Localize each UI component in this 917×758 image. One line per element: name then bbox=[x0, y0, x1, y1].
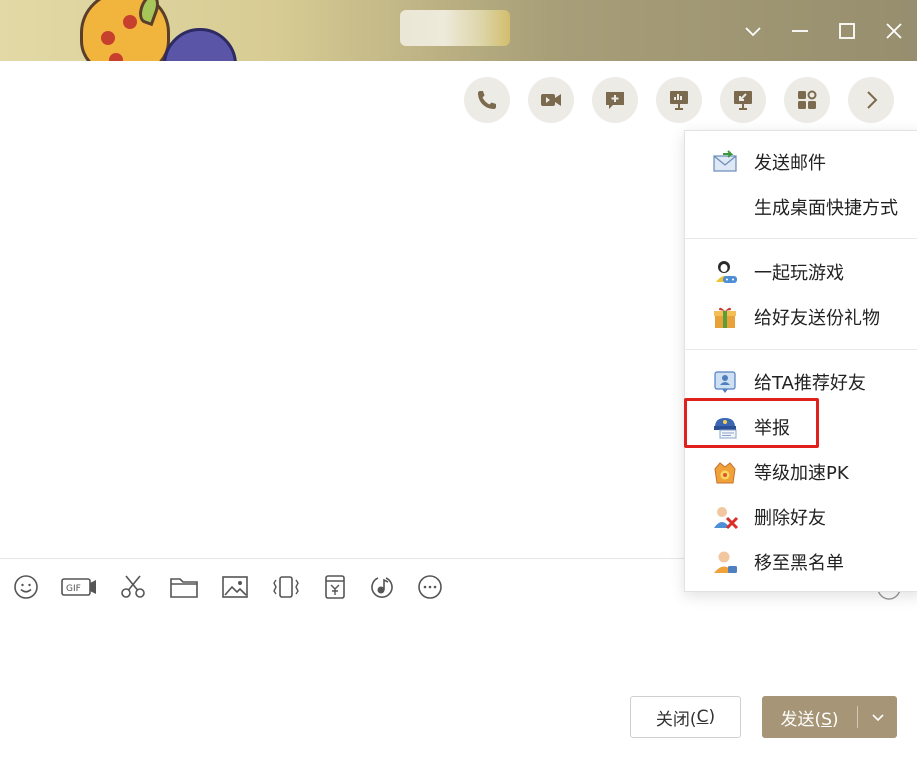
maximize-icon[interactable] bbox=[823, 3, 870, 59]
input-toolbar: GIF bbox=[13, 572, 465, 602]
avatar-banner-ball bbox=[163, 28, 237, 61]
remote-desktop-icon bbox=[734, 91, 752, 110]
recommend-friend-icon bbox=[714, 371, 736, 393]
phone-call-button[interactable] bbox=[464, 77, 510, 123]
menu-item-desktop-shortcut[interactable]: 生成桌面快捷方式 bbox=[685, 186, 917, 228]
close-label: 关闭( bbox=[655, 709, 697, 730]
window-controls bbox=[729, 0, 917, 61]
close-mnemonic: C bbox=[696, 707, 709, 727]
menu-label: 移至黑名单 bbox=[754, 553, 844, 574]
apps-button[interactable] bbox=[784, 77, 830, 123]
send-mnemonic: S bbox=[821, 709, 832, 730]
gift-icon bbox=[714, 307, 736, 328]
menu-label: 发送邮件 bbox=[754, 153, 826, 174]
chat-toolbar bbox=[464, 77, 894, 123]
music-icon[interactable] bbox=[369, 572, 395, 602]
image-icon[interactable] bbox=[221, 572, 249, 602]
close-label-end: ) bbox=[708, 707, 716, 727]
menu-item-recommend-friend[interactable]: 给TA推荐好友 bbox=[685, 361, 917, 403]
shake-window-icon[interactable] bbox=[271, 572, 301, 602]
chat-plus-icon bbox=[606, 92, 624, 109]
chevron-right-icon bbox=[867, 91, 878, 109]
title-bar bbox=[0, 0, 917, 61]
menu-label: 给TA推荐好友 bbox=[754, 373, 866, 394]
more-tools-button[interactable] bbox=[848, 77, 894, 123]
screen-share-button[interactable] bbox=[656, 77, 702, 123]
menu-item-delete-friend[interactable]: 删除好友 bbox=[685, 496, 917, 538]
mail-send-icon bbox=[713, 150, 737, 172]
add-chat-button[interactable] bbox=[592, 77, 638, 123]
close-button[interactable]: 关闭(C) bbox=[630, 696, 741, 738]
send-label-end: ) bbox=[831, 709, 839, 730]
svg-text:GIF: GIF bbox=[66, 584, 81, 594]
apps-grid-icon bbox=[798, 90, 817, 109]
remote-desktop-button[interactable] bbox=[720, 77, 766, 123]
send-label-wrap: 发送(S) bbox=[762, 705, 857, 730]
more-options-menu: 发送邮件 生成桌面快捷方式 一起玩游戏 给好友送份礼物 给TA推荐好友 举报 等… bbox=[684, 130, 917, 592]
red-envelope-icon[interactable] bbox=[323, 572, 347, 602]
send-label: 发送( bbox=[780, 709, 822, 730]
more-options-icon[interactable] bbox=[417, 572, 443, 602]
gif-icon[interactable]: GIF bbox=[61, 572, 97, 602]
send-button[interactable]: 发送(S) bbox=[762, 696, 897, 738]
phone-icon bbox=[478, 91, 496, 109]
menu-separator bbox=[685, 349, 917, 350]
emoji-icon[interactable] bbox=[13, 572, 39, 602]
menu-item-play-game[interactable]: 一起玩游戏 bbox=[685, 251, 917, 293]
menu-item-send-gift[interactable]: 给好友送份礼物 bbox=[685, 296, 917, 338]
game-icon bbox=[716, 261, 737, 283]
delete-friend-icon bbox=[714, 507, 739, 530]
menu-label: 删除好友 bbox=[754, 508, 826, 529]
menu-item-move-to-blacklist[interactable]: 移至黑名单 bbox=[685, 541, 917, 583]
folder-icon[interactable] bbox=[169, 572, 199, 602]
level-crown-icon bbox=[714, 462, 736, 484]
send-options-chevron-icon[interactable] bbox=[858, 710, 897, 724]
menu-label: 生成桌面快捷方式 bbox=[754, 198, 898, 219]
menu-label: 一起玩游戏 bbox=[754, 263, 844, 284]
presentation-icon bbox=[670, 91, 688, 110]
close-icon[interactable] bbox=[870, 3, 917, 59]
blacklist-icon bbox=[714, 551, 737, 573]
video-call-button[interactable] bbox=[528, 77, 574, 123]
menu-label: 等级加速PK bbox=[754, 463, 849, 484]
video-camera-icon bbox=[541, 94, 561, 106]
contact-name-blurred bbox=[400, 10, 510, 46]
menu-label: 给好友送份礼物 bbox=[754, 308, 880, 329]
report-highlight-box bbox=[684, 398, 819, 448]
menu-item-send-mail[interactable]: 发送邮件 bbox=[685, 141, 917, 183]
screenshot-scissors-icon[interactable] bbox=[119, 572, 147, 602]
dropdown-chevron-icon[interactable] bbox=[729, 3, 776, 59]
menu-separator bbox=[685, 238, 917, 239]
minimize-icon[interactable] bbox=[776, 3, 823, 59]
menu-item-level-pk[interactable]: 等级加速PK bbox=[685, 451, 917, 493]
